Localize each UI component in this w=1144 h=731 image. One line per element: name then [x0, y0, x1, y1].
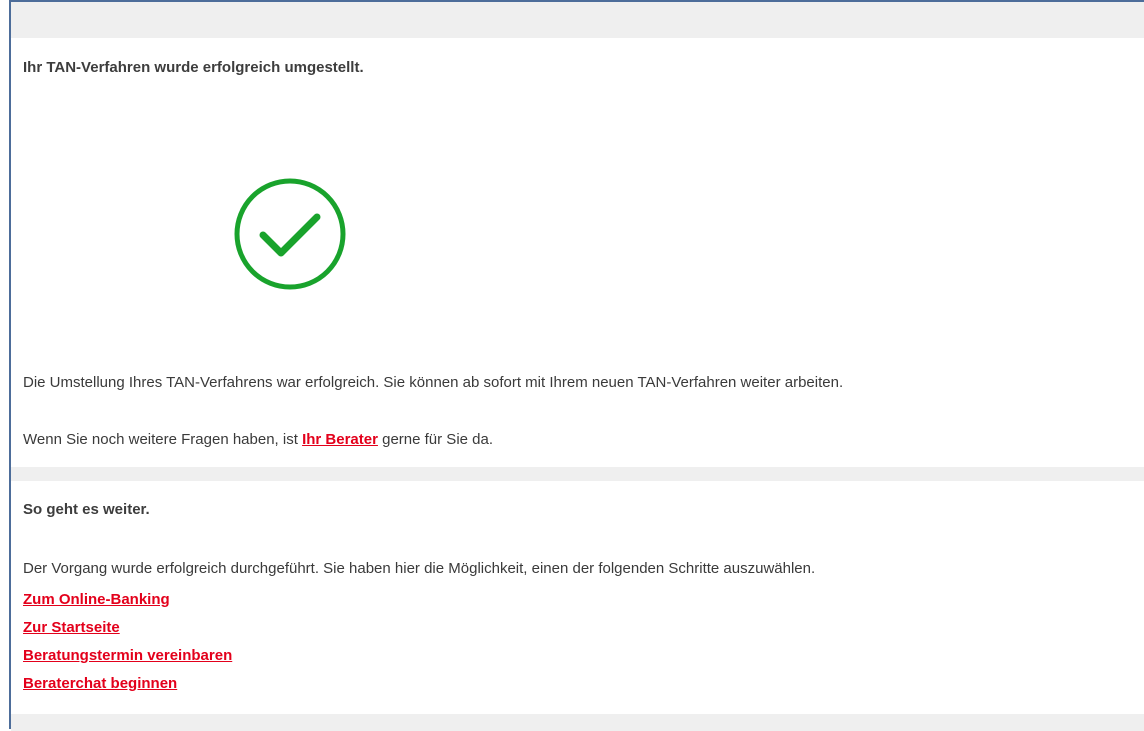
next-steps-description: Der Vorgang wurde erfolgreich durchgefüh…: [23, 560, 816, 577]
next-steps-heading: So geht es weiter.: [23, 501, 150, 518]
home-page-link[interactable]: Zur Startseite: [23, 618, 232, 646]
book-appointment-link[interactable]: Beratungstermin vereinbaren: [23, 646, 232, 674]
advisor-link[interactable]: Ihr Berater: [302, 431, 378, 448]
confirmation-heading: Ihr TAN-Verfahren wurde erfolgreich umge…: [23, 59, 364, 76]
content-frame: Ihr TAN-Verfahren wurde erfolgreich umge…: [9, 0, 1144, 731]
advisor-question-prefix: Wenn Sie noch weitere Fragen haben, ist: [23, 431, 303, 448]
advisor-question-suffix: gerne für Sie da.: [377, 431, 494, 448]
advisor-question: Wenn Sie noch weitere Fragen haben, ist …: [23, 431, 493, 448]
top-bar: [11, 2, 1144, 38]
section-divider: [11, 467, 1144, 481]
check-circle-icon: [234, 178, 346, 290]
bottom-bar: [11, 714, 1144, 731]
advisor-chat-link[interactable]: Beraterchat beginnen: [23, 674, 232, 702]
next-steps-links: Zum Online-Banking Zur Startseite Beratu…: [23, 590, 232, 702]
online-banking-link[interactable]: Zum Online-Banking: [23, 590, 232, 618]
confirmation-message: Die Umstellung Ihres TAN-Verfahrens war …: [23, 374, 844, 391]
